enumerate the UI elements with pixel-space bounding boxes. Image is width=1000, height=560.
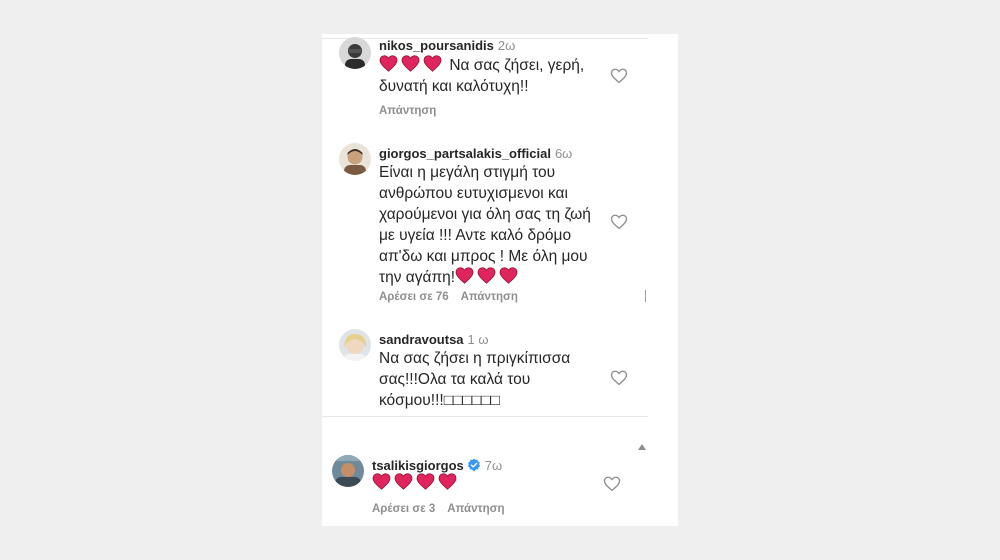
username[interactable]: tsalikisgiorgos bbox=[372, 458, 464, 473]
avatar[interactable] bbox=[332, 455, 364, 487]
username[interactable]: nikos_poursanidis bbox=[379, 38, 494, 53]
reply-button[interactable]: Απάντηση bbox=[461, 291, 518, 303]
red-heart-emoji-icon bbox=[477, 267, 499, 286]
scroll-up-arrow-icon[interactable] bbox=[638, 444, 646, 450]
comment-text: Να σας ζήσει η πριγκίπισσα σας!!!Ολα τα … bbox=[379, 348, 597, 411]
comment-body: Να σας ζήσει η πριγκίπισσα σας!!!Ολα τα … bbox=[379, 350, 571, 409]
red-heart-emoji-icon bbox=[379, 55, 401, 74]
username[interactable]: giorgos_partsalakis_official bbox=[379, 146, 551, 161]
like-heart-outline-icon[interactable] bbox=[603, 475, 621, 493]
avatar[interactable] bbox=[339, 143, 371, 175]
red-heart-emoji-icon bbox=[499, 267, 521, 286]
likes-count[interactable]: Αρέσει σε 3 bbox=[372, 503, 435, 515]
username[interactable]: sandravoutsa bbox=[379, 332, 464, 347]
likes-count[interactable]: Αρέσει σε 76 bbox=[379, 291, 449, 303]
like-heart-outline-icon[interactable] bbox=[610, 213, 628, 231]
comment-time[interactable]: 6ω bbox=[555, 146, 572, 161]
red-heart-emoji-icon bbox=[455, 267, 477, 286]
red-heart-emoji-icon bbox=[438, 473, 460, 492]
avatar[interactable] bbox=[339, 329, 371, 361]
comment-time[interactable]: 7ω bbox=[485, 458, 502, 473]
avatar[interactable] bbox=[339, 37, 371, 69]
red-heart-emoji-icon bbox=[423, 55, 445, 74]
like-heart-outline-icon[interactable] bbox=[610, 67, 628, 85]
red-heart-emoji-icon bbox=[401, 55, 423, 74]
red-heart-emoji-icon bbox=[416, 473, 438, 492]
reply-button[interactable]: Απάντηση bbox=[447, 503, 504, 515]
section-divider bbox=[322, 416, 648, 417]
comment-text: Είναι η μεγάλη στιγμή του ανθρώπου ευτυχ… bbox=[379, 162, 601, 288]
reply-button[interactable]: Απάντηση bbox=[379, 105, 436, 117]
comment-text: Να σας ζήσει, γερή, δυνατή και καλότυχη!… bbox=[379, 55, 609, 97]
like-heart-outline-icon[interactable] bbox=[610, 369, 628, 387]
comment-time[interactable]: 1 ω bbox=[468, 332, 489, 347]
comment-text bbox=[372, 473, 492, 494]
red-heart-emoji-icon bbox=[372, 473, 394, 492]
verified-badge-icon bbox=[464, 458, 481, 473]
comment-time[interactable]: 2ω bbox=[498, 38, 515, 53]
scrollbar-mark bbox=[645, 290, 646, 302]
red-heart-emoji-icon bbox=[394, 473, 416, 492]
